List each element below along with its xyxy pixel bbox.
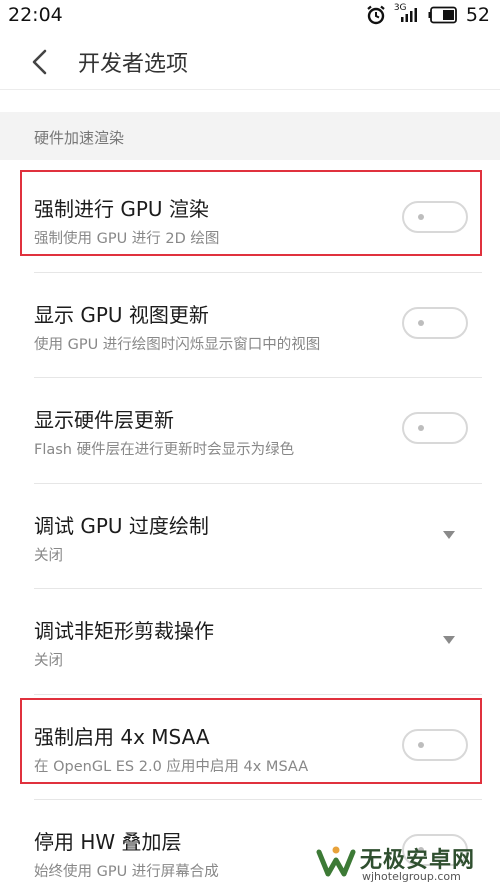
status-time: 22:04 (8, 4, 63, 26)
row-divider (34, 483, 482, 484)
setting-subtitle: Flash 硬件层在进行更新时会显示为绿色 (34, 442, 295, 458)
battery-percentage: 52 (465, 4, 490, 26)
row-divider (34, 799, 482, 800)
toggle-knob (418, 320, 424, 326)
battery-icon (428, 6, 457, 24)
status-icons: 3G 52 (366, 3, 490, 26)
signal-bars-icon (400, 8, 417, 22)
row-divider (34, 377, 482, 378)
watermark: 无极安卓网 wjhotelgroup.com (316, 838, 500, 889)
setting-subtitle: 关闭 (34, 548, 63, 564)
setting-row[interactable]: 显示 GPU 视图更新使用 GPU 进行绘图时闪烁显示窗口中的视图 (20, 279, 482, 383)
section-label: 硬件加速渲染 (34, 129, 125, 147)
toggle-knob (418, 425, 424, 431)
setting-title: 显示 GPU 视图更新 (34, 303, 209, 327)
setting-row[interactable]: 调试非矩形剪裁操作关闭 (20, 595, 482, 699)
setting-subtitle: 关闭 (34, 653, 63, 669)
watermark-logo-icon (316, 846, 356, 877)
alarm-clock-icon (367, 5, 385, 25)
setting-subtitle: 始终使用 GPU 进行屏幕合成 (34, 864, 219, 880)
dropdown-triangle-icon[interactable] (442, 530, 456, 540)
setting-row[interactable]: 显示硬件层更新 Flash 硬件层在进行更新时会显示为绿色 (20, 384, 482, 488)
setting-title: 显示硬件层更新 (34, 408, 174, 432)
setting-title: 调试非矩形剪裁操作 (34, 619, 214, 643)
setting-subtitle: 使用 GPU 进行绘图时闪烁显示窗口中的视图 (34, 337, 321, 353)
toggle-switch[interactable] (402, 307, 468, 339)
highlight-box (20, 170, 482, 256)
page-title: 开发者选项 (78, 52, 189, 77)
setting-row[interactable]: 调试 GPU 过度绘制关闭 (20, 490, 482, 594)
row-divider (34, 588, 482, 589)
toggle-switch[interactable] (402, 412, 468, 444)
status-bar: 22:04 3G 52 (0, 0, 500, 32)
setting-title: 调试 GPU 过度绘制 (34, 514, 209, 538)
chevron-left-icon[interactable] (28, 48, 52, 76)
dropdown-triangle-icon[interactable] (442, 635, 456, 645)
cellular-signal: 3G (394, 3, 420, 25)
row-divider (34, 272, 482, 273)
app-header: 开发者选项 (0, 32, 500, 90)
row-divider (34, 694, 482, 695)
highlight-box (20, 698, 482, 784)
setting-title: 停用 HW 叠加层 (34, 830, 182, 854)
section-header: 硬件加速渲染 (0, 112, 500, 160)
watermark-url: wjhotelgroup.com (362, 870, 461, 883)
